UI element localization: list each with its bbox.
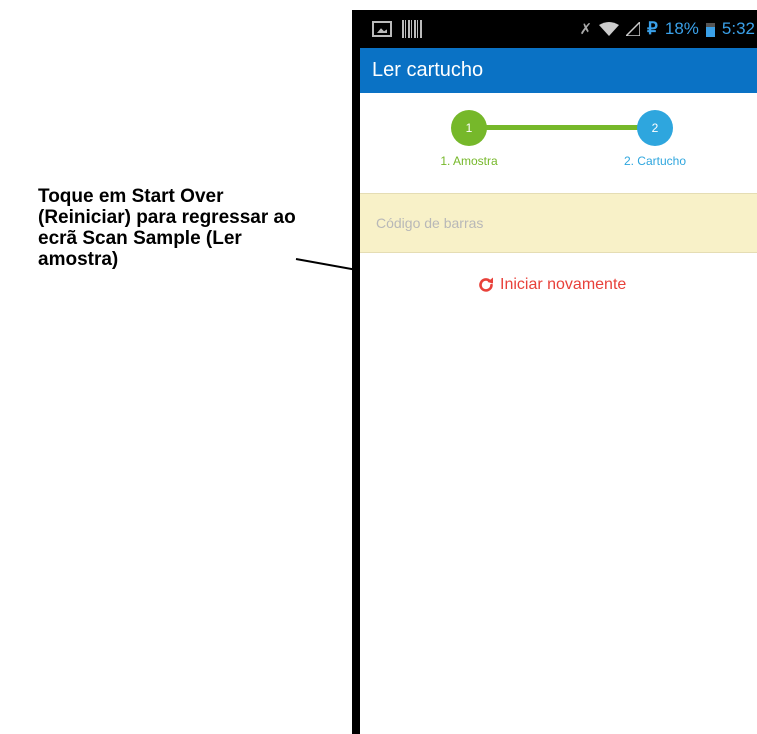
start-over-label: Iniciar novamente: [500, 276, 627, 293]
signal-icon: [626, 22, 641, 36]
image-notification-icon: [372, 21, 392, 37]
app-bar: Ler cartucho: [360, 48, 757, 93]
phone-frame: ✗ ₽ 18% 5:32 Ler cartucho 1 2 1. Amostra…: [352, 10, 757, 734]
network-icon: ₽: [647, 19, 658, 38]
step-2-circle: 2: [637, 110, 673, 146]
step-1-label: 1. Amostra: [440, 154, 498, 168]
step-2-label: 2. Cartucho: [623, 154, 687, 168]
step-connector: [474, 125, 662, 130]
battery-icon: [705, 23, 715, 37]
barcode-notification-icon: [402, 20, 422, 38]
barcode-input[interactable]: Código de barras: [360, 193, 757, 253]
mute-icon: ✗: [579, 21, 593, 38]
screen-title: Ler cartucho: [372, 59, 484, 81]
status-bar: ✗ ₽ 18% 5:32: [360, 10, 757, 48]
start-over-button[interactable]: Iniciar novamente: [477, 276, 626, 294]
stepper: 1 2 1. Amostra 2. Cartucho: [360, 93, 757, 193]
step-1-circle: 1: [451, 110, 487, 146]
app-screen: ✗ ₽ 18% 5:32 Ler cartucho 1 2 1. Amostra…: [360, 10, 757, 734]
refresh-icon: [479, 277, 493, 292]
clock: 5:32: [721, 19, 755, 38]
battery-percent: 18%: [664, 19, 699, 38]
barcode-placeholder: Código de barras: [376, 215, 484, 231]
wifi-icon: [599, 21, 620, 36]
